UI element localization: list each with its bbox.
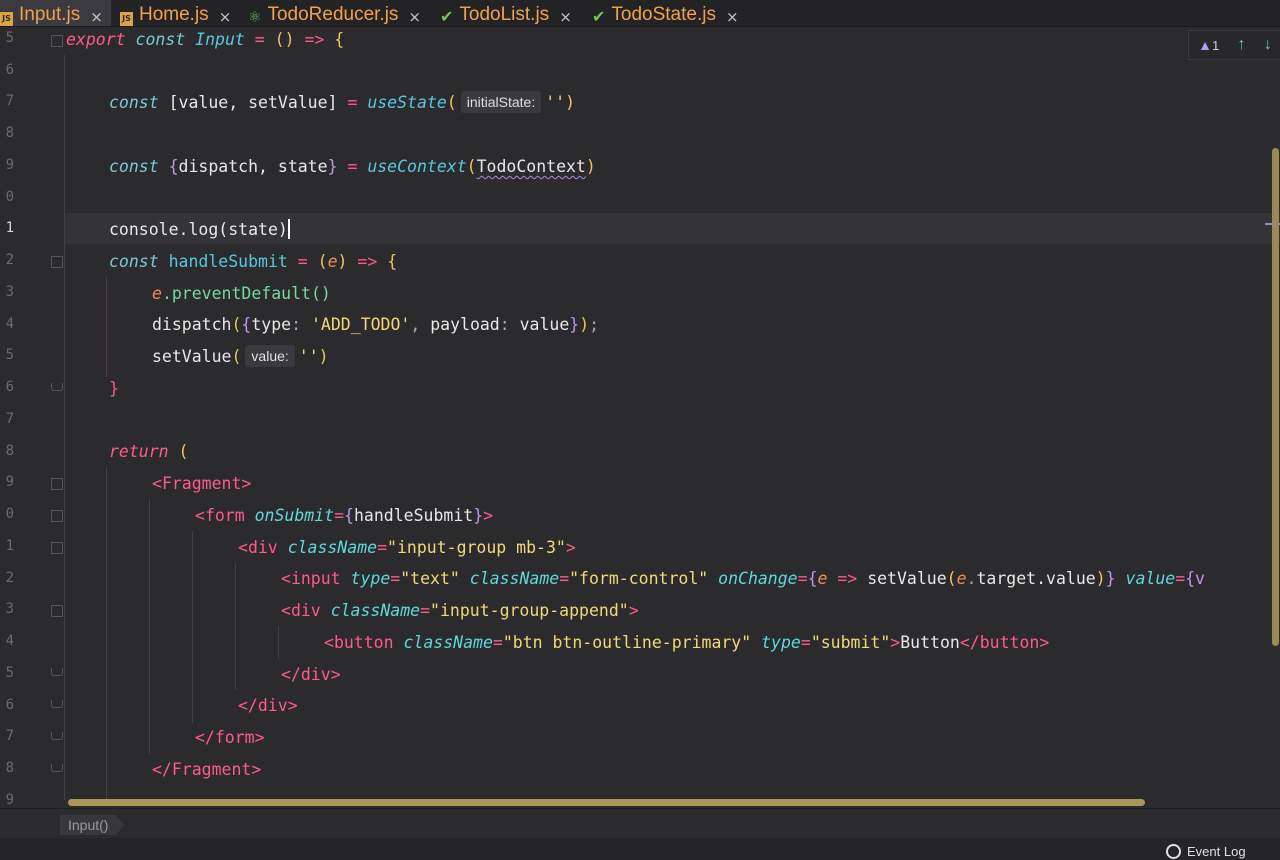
fold-toggle-icon[interactable] <box>51 478 63 490</box>
line-number: 3 <box>5 284 14 300</box>
line-number: 0 <box>5 506 14 522</box>
warning-icon: ▲ <box>1198 37 1212 53</box>
code-line: <div className="input-group-append"> <box>281 601 639 620</box>
parameter-hint: initialState: <box>460 91 542 113</box>
line-number: 5 <box>5 30 14 46</box>
inspection-widget[interactable]: ▲1 ↑ ↓ <box>1188 30 1280 60</box>
close-icon[interactable]: × <box>726 8 739 26</box>
indent-guide <box>149 499 150 754</box>
line-number: 2 <box>5 570 14 586</box>
line-gutter[interactable]: 5 6 7 8 9 0 1 2 3 4 5 6 7 8 9 0 1 2 3 4 … <box>0 27 50 808</box>
editor-tab-bar: JS Input.js × JS Home.js × ⚛ TodoReducer… <box>0 0 1280 27</box>
fold-toggle-icon[interactable] <box>51 732 63 740</box>
line-number: 6 <box>5 62 14 78</box>
code-line: const {dispatch, state} = useContext(Tod… <box>109 157 596 176</box>
fold-toggle-icon[interactable] <box>51 256 63 268</box>
unresolved-reference: TodoContext <box>476 157 586 176</box>
fold-toggle-icon[interactable] <box>51 700 63 708</box>
line-number: 5 <box>5 665 14 681</box>
line-number: 6 <box>5 697 14 713</box>
code-line: <button className="btn btn-outline-prima… <box>324 633 1050 652</box>
fold-toggle-icon[interactable] <box>51 764 63 772</box>
indent-guide <box>64 55 65 800</box>
code-line: <Fragment> <box>152 474 252 493</box>
code-line: setValue(value: '') <box>152 345 329 367</box>
line-number: 8 <box>5 125 14 141</box>
tab-home-js[interactable]: JS Home.js × <box>120 0 231 26</box>
status-bar: Event Log <box>0 838 1280 860</box>
line-number: 9 <box>5 792 14 808</box>
line-number: 9 <box>5 157 14 173</box>
code-line: const [value, setValue] = useState(initi… <box>109 91 576 113</box>
line-number: 0 <box>5 189 14 205</box>
component-file-icon: ✔ <box>440 7 454 26</box>
indent-guide <box>106 467 107 800</box>
arrow-down-icon[interactable]: ↓ <box>1264 36 1272 54</box>
vertical-scrollbar[interactable] <box>1272 148 1279 646</box>
fold-toggle-icon[interactable] <box>51 542 63 554</box>
tab-todoreducer-js[interactable]: ⚛ TodoReducer.js × <box>248 0 421 26</box>
line-number: 7 <box>5 411 14 427</box>
component-file-icon: ✔ <box>592 7 606 26</box>
code-line: return ( <box>109 442 189 461</box>
breadcrumb-bar: Input() <box>0 808 1280 839</box>
fold-toggle-icon[interactable] <box>51 510 63 522</box>
horizontal-scrollbar[interactable] <box>68 799 1145 806</box>
line-number: 2 <box>5 252 14 268</box>
indent-guide <box>106 277 107 377</box>
code-line: </div> <box>238 696 298 715</box>
event-log-button[interactable]: Event Log <box>1166 844 1246 859</box>
code-line: <div className="input-group mb-3"> <box>238 538 576 557</box>
code-line: e.preventDefault() <box>152 284 331 303</box>
fold-toggle-icon[interactable] <box>51 605 63 617</box>
code-line: </form> <box>195 728 265 747</box>
code-line: </div> <box>281 665 341 684</box>
code-line: <input type="text" className="form-contr… <box>281 569 1205 588</box>
code-line: dispatch({type: 'ADD_TODO', payload: val… <box>152 315 600 334</box>
code-line: export const Input = () => { <box>66 30 345 49</box>
code-line: } <box>109 379 119 398</box>
indent-guide <box>278 626 279 659</box>
line-number: 1 <box>5 220 14 236</box>
line-number: 3 <box>5 601 14 617</box>
code-line: </Fragment> <box>152 760 262 779</box>
fold-toggle-icon[interactable] <box>51 35 63 47</box>
line-number: 7 <box>5 93 14 109</box>
parameter-hint: value: <box>245 345 295 367</box>
code-line: <form onSubmit={handleSubmit}> <box>195 506 494 525</box>
close-icon[interactable]: × <box>559 8 572 26</box>
breadcrumb[interactable]: Input() <box>60 815 126 835</box>
indent-guide <box>235 563 236 690</box>
line-number: 8 <box>5 760 14 776</box>
warning-indicator[interactable]: ▲1 <box>1198 37 1219 53</box>
arrow-up-icon[interactable]: ↑ <box>1238 36 1246 54</box>
line-number: 4 <box>5 633 14 649</box>
indent-guide <box>192 531 193 723</box>
event-log-icon <box>1166 844 1181 859</box>
tab-todolist-js[interactable]: ✔ TodoList.js × <box>440 0 572 26</box>
fold-toggle-icon[interactable] <box>51 383 63 391</box>
line-number: 9 <box>5 474 14 490</box>
tab-todostate-js[interactable]: ✔ TodoState.js × <box>592 0 739 26</box>
line-number: 8 <box>5 443 14 459</box>
tab-input-js[interactable]: JS Input.js × <box>0 0 111 26</box>
code-line: const handleSubmit = (e) => { <box>109 252 398 271</box>
fold-toggle-icon[interactable] <box>51 668 63 676</box>
line-number: 5 <box>5 347 14 363</box>
close-icon[interactable]: × <box>408 8 421 26</box>
code-line: console.log(state) <box>109 219 290 239</box>
js-file-icon: JS <box>0 12 13 26</box>
line-number: 6 <box>5 379 14 395</box>
line-number: 4 <box>5 316 14 332</box>
line-number: 7 <box>5 728 14 744</box>
line-number: 1 <box>5 538 14 554</box>
text-cursor <box>287 219 290 239</box>
